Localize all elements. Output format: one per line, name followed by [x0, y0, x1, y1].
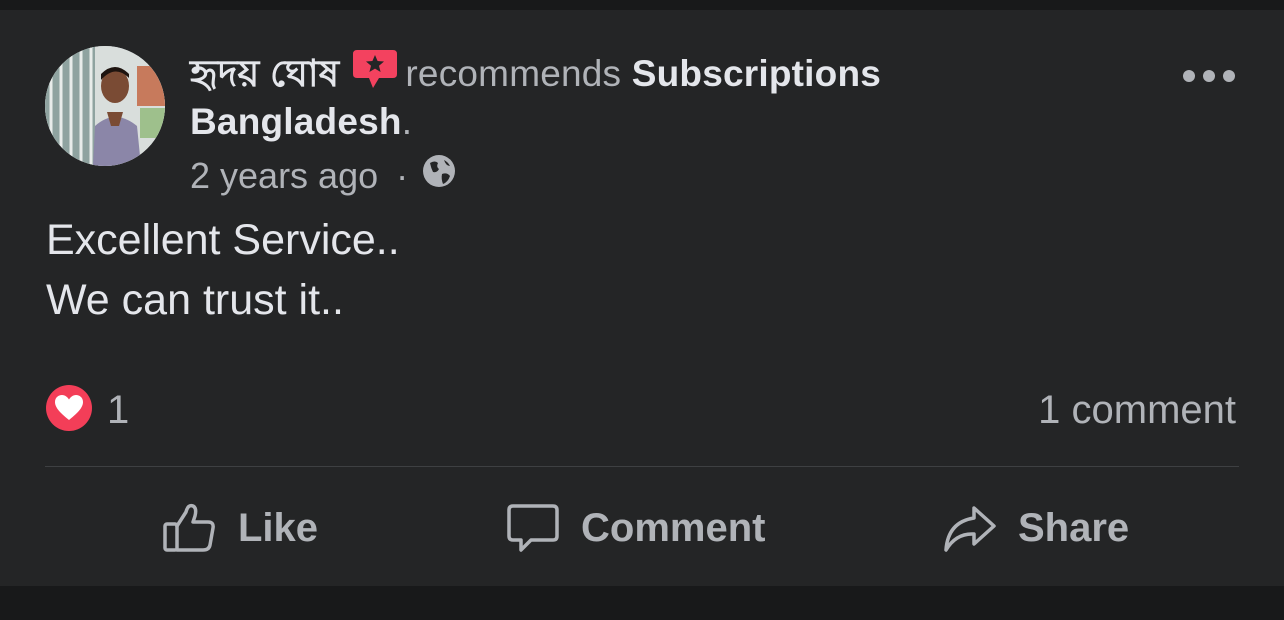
author-name[interactable]: হৃদয় ঘোষ — [190, 53, 339, 94]
more-options-icon[interactable] — [1182, 64, 1236, 88]
page-name-part1: Subscriptions — [631, 53, 882, 94]
post-meta: 2 years ago · — [190, 152, 456, 200]
recommends-text: recommends — [405, 53, 622, 94]
action-bar: Like Comment Share — [0, 498, 1284, 558]
page-name-part2: Bangladesh — [190, 101, 402, 142]
share-label: Share — [1018, 505, 1130, 550]
post-body: Excellent Service.. We can trust it.. — [46, 210, 400, 330]
like-label: Like — [238, 505, 319, 550]
share-button[interactable]: Share — [942, 498, 1129, 558]
timestamp[interactable]: 2 years ago — [190, 152, 378, 200]
header-period: . — [401, 101, 413, 142]
comment-label: Comment — [581, 505, 766, 550]
reactions-summary[interactable]: 1 — [45, 384, 130, 437]
post-header: হৃদয় ঘোষ recommends Subscriptions Banglad… — [190, 50, 1150, 146]
avatar-photo — [45, 46, 165, 166]
post-body-line: Excellent Service.. — [46, 216, 400, 264]
recommend-star-icon — [353, 50, 398, 90]
like-button[interactable]: Like — [162, 498, 318, 558]
post-card: হৃদয় ঘোষ recommends Subscriptions Banglad… — [0, 10, 1284, 586]
heart-icon — [45, 384, 93, 437]
globe-icon — [422, 152, 456, 200]
avatar[interactable] — [45, 46, 165, 166]
divider — [45, 466, 1239, 467]
meta-separator: · — [396, 155, 409, 196]
comment-button[interactable]: Comment — [505, 498, 765, 558]
comment-bubble-icon — [505, 500, 561, 556]
reaction-count: 1 — [107, 387, 130, 432]
comment-count-link[interactable]: 1 comment — [1038, 386, 1236, 434]
share-arrow-icon — [942, 500, 998, 556]
post-body-line: We can trust it.. — [46, 276, 344, 324]
thumbs-up-icon — [162, 500, 218, 556]
